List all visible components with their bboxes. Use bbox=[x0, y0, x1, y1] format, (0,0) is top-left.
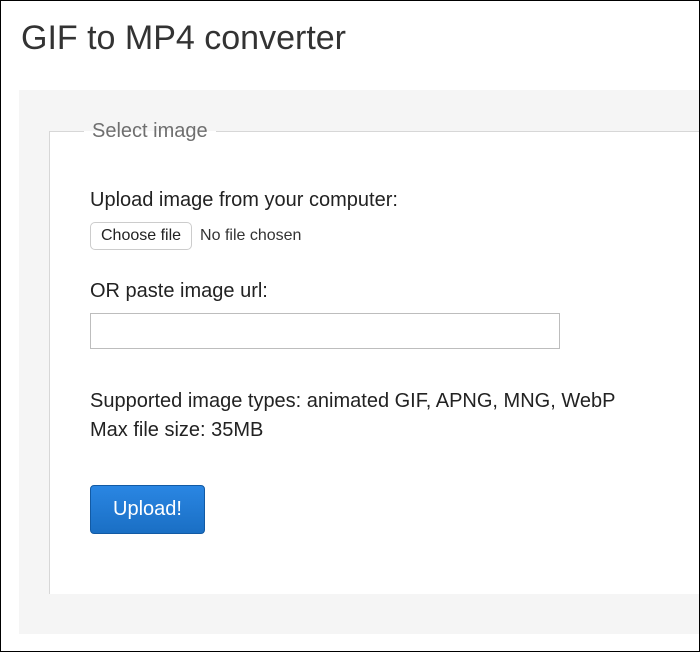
file-input-row: Choose file No file chosen bbox=[90, 222, 699, 250]
support-info: Supported image types: animated GIF, APN… bbox=[90, 387, 699, 445]
url-label: OR paste image url: bbox=[90, 280, 699, 303]
supported-types-text: Supported image types: animated GIF, APN… bbox=[90, 387, 699, 416]
fieldset-legend: Select image bbox=[84, 120, 216, 143]
panel-container: Select image Upload image from your comp… bbox=[19, 90, 699, 634]
file-status-text: No file chosen bbox=[200, 227, 301, 245]
url-input[interactable] bbox=[90, 313, 560, 349]
upload-button[interactable]: Upload! bbox=[90, 485, 205, 534]
page-title: GIF to MP4 converter bbox=[19, 19, 699, 58]
select-image-fieldset: Select image Upload image from your comp… bbox=[49, 120, 699, 594]
max-size-text: Max file size: 35MB bbox=[90, 416, 699, 445]
choose-file-button[interactable]: Choose file bbox=[90, 222, 192, 250]
upload-label: Upload image from your computer: bbox=[90, 189, 699, 212]
